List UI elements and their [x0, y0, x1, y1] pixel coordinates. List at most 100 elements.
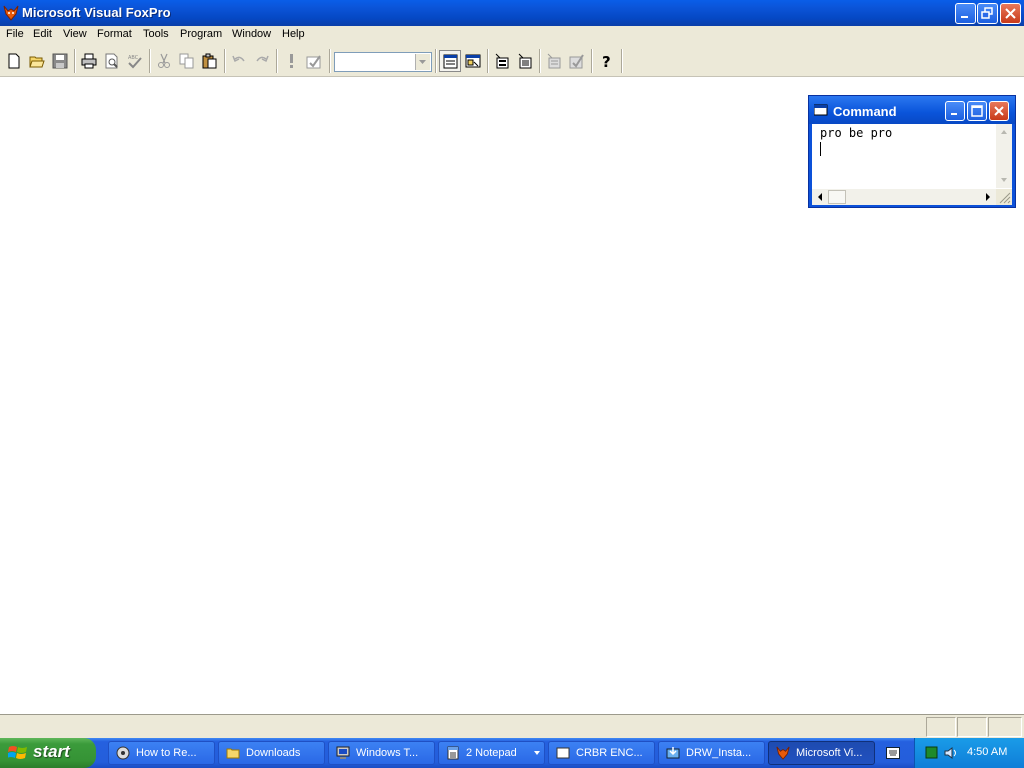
expression-builder-icon: [547, 53, 561, 69]
print-button[interactable]: [78, 50, 100, 72]
restore-button[interactable]: [977, 3, 998, 24]
toolbar-separator: [149, 49, 151, 73]
maximize-icon: [971, 105, 983, 117]
clock[interactable]: 4:50 AM: [967, 746, 1007, 758]
taskbar: start How to Re... Downloads Windows T..…: [0, 738, 1024, 768]
command-window-button[interactable]: [439, 50, 461, 72]
form-wizard-button[interactable]: [566, 50, 588, 72]
help-icon: ?: [602, 53, 611, 69]
scroll-left-icon[interactable]: [812, 189, 828, 205]
command-title: Command: [833, 104, 897, 119]
command-maximize-button[interactable]: [967, 101, 987, 121]
start-label: start: [33, 742, 70, 761]
modify-form-icon: [306, 55, 321, 69]
menu-view[interactable]: View: [63, 28, 87, 40]
recovery-icon: [116, 746, 130, 760]
menu-format[interactable]: Format: [97, 28, 132, 40]
foxpro-fox-icon: [3, 5, 19, 21]
keyboard-language-icon[interactable]: [886, 747, 900, 759]
chevron-down-icon[interactable]: [534, 751, 540, 755]
windows-flag-icon: [8, 746, 27, 759]
report-designer-button[interactable]: [514, 50, 536, 72]
toolbar-end-separator: [621, 49, 623, 73]
task-label: 2 Notepad: [466, 747, 517, 759]
menu-window[interactable]: Window: [232, 28, 271, 40]
status-bar: [0, 714, 1024, 738]
notepad-icon: [447, 746, 459, 760]
foxpro-fox-icon: [776, 746, 790, 760]
print-icon: [81, 53, 97, 69]
scroll-right-icon[interactable]: [980, 189, 996, 205]
command-text[interactable]: pro be pro: [820, 126, 892, 140]
text-caret: [820, 142, 821, 156]
scroll-down-icon[interactable]: [996, 172, 1012, 188]
volume-icon[interactable]: [943, 746, 959, 760]
resize-grip-icon[interactable]: [996, 189, 1012, 205]
command-editor[interactable]: pro be pro: [812, 124, 1012, 205]
menu-program[interactable]: Program: [180, 28, 222, 40]
command-titlebar[interactable]: Command: [809, 96, 1015, 124]
form-designer-icon: [495, 53, 509, 69]
folder-icon: [226, 748, 240, 759]
open-button[interactable]: [26, 50, 48, 72]
close-icon: [1005, 8, 1016, 19]
taskbar-button-downloads[interactable]: Downloads: [218, 741, 325, 765]
svg-text:ABC: ABC: [128, 55, 139, 61]
copy-button[interactable]: [176, 50, 198, 72]
cut-button[interactable]: [153, 50, 175, 72]
standard-toolbar: ABC ?: [0, 45, 1024, 77]
paste-button[interactable]: [199, 50, 221, 72]
taskbar-button-windows-task[interactable]: Windows T...: [328, 741, 435, 765]
taskbar-button-how-to[interactable]: How to Re...: [108, 741, 215, 765]
expression-builder-button[interactable]: [543, 50, 565, 72]
toolbar-separator: [276, 49, 278, 73]
command-close-button[interactable]: [989, 101, 1009, 121]
status-panel: [926, 717, 956, 737]
run-button[interactable]: [280, 50, 302, 72]
taskbar-button-drw-installer[interactable]: DRW_Insta...: [658, 741, 765, 765]
data-session-button[interactable]: [462, 50, 484, 72]
scroll-up-icon[interactable]: [996, 124, 1012, 140]
run-icon: [290, 54, 293, 68]
task-label: Windows T...: [356, 747, 419, 759]
undo-button[interactable]: [228, 50, 250, 72]
print-preview-button[interactable]: [101, 50, 123, 72]
menu-edit[interactable]: Edit: [33, 28, 52, 40]
help-button[interactable]: ?: [595, 50, 617, 72]
menu-bar: File Edit View Format Tools Program Wind…: [0, 26, 1024, 45]
style-combo[interactable]: [334, 52, 432, 72]
minimize-button[interactable]: [955, 3, 976, 24]
restore-icon: [981, 7, 993, 19]
toolbar-separator: [539, 49, 541, 73]
redo-button[interactable]: [251, 50, 273, 72]
vertical-scrollbar[interactable]: [996, 124, 1012, 188]
save-button[interactable]: [49, 50, 71, 72]
window-titlebar[interactable]: Microsoft Visual FoxPro: [0, 0, 1024, 26]
menu-help[interactable]: Help: [282, 28, 305, 40]
menu-file[interactable]: File: [6, 28, 24, 40]
modify-form-button[interactable]: [303, 50, 325, 72]
taskbar-button-foxpro[interactable]: Microsoft Vi...: [768, 741, 875, 765]
command-window[interactable]: Command pro be pro: [808, 95, 1016, 208]
task-label: Downloads: [246, 747, 301, 759]
form-designer-button[interactable]: [491, 50, 513, 72]
horizontal-scrollbar[interactable]: [812, 189, 996, 205]
toolbar-separator: [487, 49, 489, 73]
taskbar-button-crbr[interactable]: CRBR ENC...: [548, 741, 655, 765]
network-icon[interactable]: [925, 746, 939, 760]
copy-icon: [179, 53, 194, 69]
menu-tools[interactable]: Tools: [143, 28, 169, 40]
new-icon: [8, 53, 20, 69]
command-minimize-button[interactable]: [945, 101, 965, 121]
data-session-icon: [465, 54, 481, 68]
new-button[interactable]: [3, 50, 25, 72]
chevron-down-icon[interactable]: [415, 54, 430, 70]
scroll-thumb[interactable]: [828, 190, 846, 204]
minimize-icon: [961, 16, 968, 18]
taskbar-group-notepad[interactable]: 2 Notepad: [438, 741, 545, 765]
spell-check-button[interactable]: ABC: [124, 50, 146, 72]
cut-icon: [158, 53, 170, 68]
close-button[interactable]: [1000, 3, 1021, 24]
toolbar-separator: [224, 49, 226, 73]
start-button[interactable]: start: [0, 738, 96, 768]
